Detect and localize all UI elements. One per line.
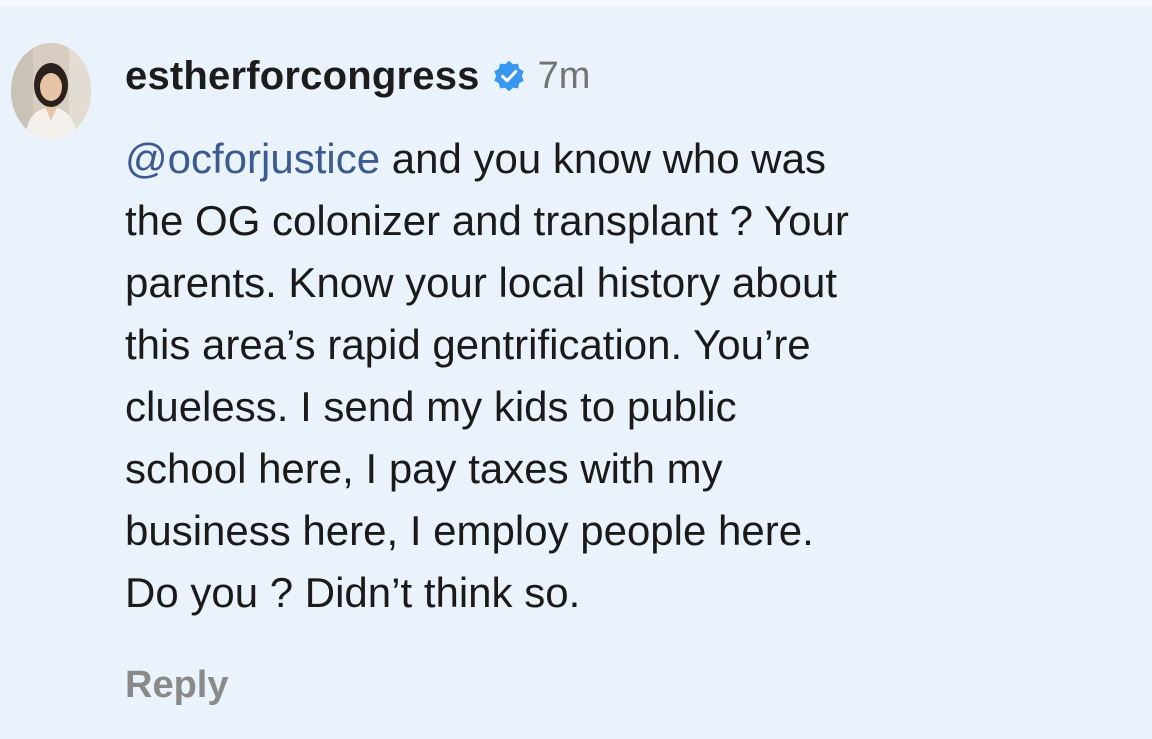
reply-button[interactable]: Reply	[125, 664, 228, 707]
username[interactable]: estherforcongress	[125, 54, 480, 99]
verified-badge-icon	[492, 59, 526, 93]
comment-line: this area’s rapid gentrification. You’re	[125, 321, 811, 368]
mention-link[interactable]: @ocforjustice	[125, 135, 380, 182]
comment-line: the OG colonizer and transplant ? Your	[125, 197, 849, 244]
comment-text: @ocforjustice and you know who was the O…	[125, 128, 1135, 624]
comment-line: parents. Know your local history about	[125, 259, 838, 306]
comment-line: clueless. I send my kids to public	[125, 383, 737, 430]
comment-line: school here, I pay taxes with my	[125, 445, 723, 492]
avatar[interactable]	[11, 43, 91, 139]
comment-line: @ocforjustice and you know who was	[125, 128, 1135, 190]
comment-line: Do you ? Didn’t think so.	[125, 569, 581, 616]
avatar-photo-icon	[11, 43, 91, 139]
comment: estherforcongress 7m @ocforjustice and y…	[0, 0, 1152, 739]
timestamp: 7m	[537, 54, 591, 97]
comment-line: business here, I employ people here.	[125, 507, 814, 554]
comment-header: estherforcongress 7m	[125, 50, 590, 102]
comment-line-text: and you know who was	[380, 135, 826, 182]
